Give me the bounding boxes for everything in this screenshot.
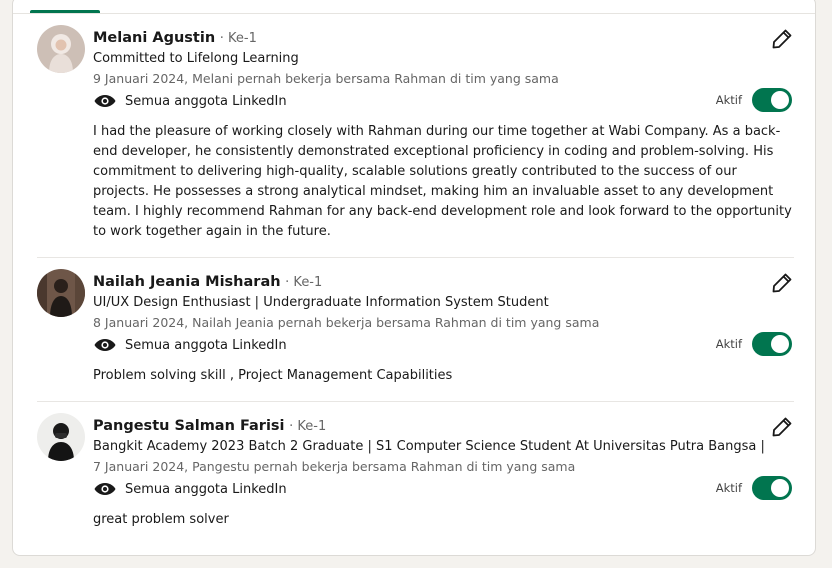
recommendation-item: Pangestu Salman Farisi · Ke-1 Bangkit Ac… — [37, 413, 794, 543]
visibility-toggle[interactable] — [752, 88, 792, 112]
recommender-headline: Committed to Lifelong Learning — [93, 51, 299, 66]
active-tab-indicator[interactable] — [30, 10, 100, 13]
toggle-knob — [771, 479, 789, 497]
recommender-name[interactable]: Pangestu Salman Farisi — [93, 418, 285, 434]
visibility-toggle-wrap: Aktif — [716, 332, 792, 356]
recommendation-meta: 7 Januari 2024, Pangestu pernah bekerja … — [93, 459, 576, 474]
recommendation-item: Melani Agustin · Ke-1 Committed to Lifel… — [37, 25, 794, 258]
tab-bar — [13, 0, 815, 14]
connection-degree: · Ke-1 — [285, 275, 323, 290]
recommender-headline: Bangkit Academy 2023 Batch 2 Graduate | … — [93, 439, 765, 454]
recommendation-text: Problem solving skill , Project Manageme… — [93, 368, 453, 383]
recommendations-card: Melani Agustin · Ke-1 Committed to Lifel… — [12, 0, 816, 556]
connection-degree: · Ke-1 — [219, 31, 257, 46]
toggle-label: Aktif — [715, 337, 742, 351]
visibility-toggle[interactable] — [752, 476, 792, 500]
recommendation-item: Nailah Jeania Misharah · Ke-1 UI/UX Desi… — [37, 269, 794, 402]
visibility-setting: Semua anggota LinkedIn — [93, 92, 287, 110]
visibility-label: Semua anggota LinkedIn — [125, 337, 287, 353]
recommender-headline: UI/UX Design Enthusiast | Undergraduate … — [93, 295, 549, 310]
avatar[interactable] — [37, 25, 85, 73]
name-line: Pangestu Salman Farisi · Ke-1 — [93, 416, 326, 437]
visibility-label: Semua anggota LinkedIn — [125, 93, 287, 109]
name-line: Melani Agustin · Ke-1 — [93, 28, 257, 49]
edit-icon[interactable] — [770, 271, 794, 295]
toggle-label: Aktif — [715, 93, 742, 107]
name-line: Nailah Jeania Misharah · Ke-1 — [93, 272, 322, 293]
toggle-knob — [771, 91, 789, 109]
eye-icon — [93, 481, 117, 497]
visibility-toggle-wrap: Aktif — [716, 476, 792, 500]
edit-icon[interactable] — [770, 415, 794, 439]
avatar[interactable] — [37, 413, 85, 461]
recommendation-text: I had the pleasure of working closely wi… — [93, 124, 792, 239]
recommendation-meta: 8 Januari 2024, Nailah Jeania pernah bek… — [93, 315, 600, 330]
recommender-name[interactable]: Nailah Jeania Misharah — [93, 274, 281, 290]
visibility-toggle[interactable] — [752, 332, 792, 356]
visibility-toggle-wrap: Aktif — [716, 88, 792, 112]
edit-icon[interactable] — [770, 27, 794, 51]
visibility-setting: Semua anggota LinkedIn — [93, 480, 287, 498]
eye-icon — [93, 93, 117, 109]
toggle-knob — [771, 335, 789, 353]
toggle-label: Aktif — [715, 481, 742, 495]
visibility-label: Semua anggota LinkedIn — [125, 481, 287, 497]
eye-icon — [93, 337, 117, 353]
recommender-name[interactable]: Melani Agustin — [93, 30, 215, 46]
avatar[interactable] — [37, 269, 85, 317]
recommendation-text: great problem solver — [93, 512, 229, 527]
connection-degree: · Ke-1 — [289, 419, 327, 434]
recommendation-meta: 9 Januari 2024, Melani pernah bekerja be… — [93, 71, 559, 86]
visibility-setting: Semua anggota LinkedIn — [93, 336, 287, 354]
